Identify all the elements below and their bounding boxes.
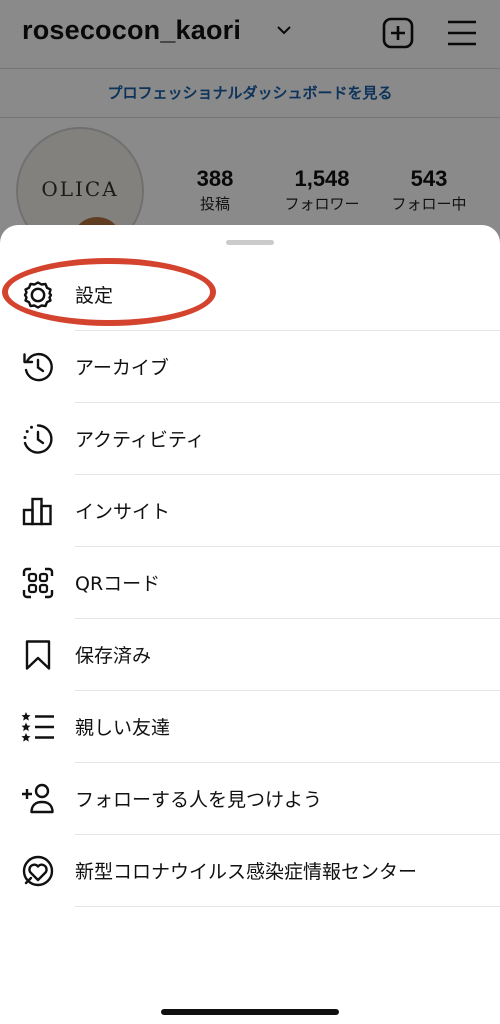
- menu-item-label: アクティビティ: [75, 429, 205, 451]
- sheet-grab-handle[interactable]: [226, 240, 274, 245]
- discover-people-icon: [22, 783, 54, 814]
- menu-item-label: QRコード: [75, 573, 161, 595]
- home-indicator[interactable]: [161, 1009, 339, 1015]
- menu-item-insights[interactable]: インサイト: [0, 475, 500, 547]
- options-bottom-sheet: 設定 アーカイブ アクティビティ インサイト QRコード 保存済み 親しい友達 …: [0, 225, 500, 1024]
- menu-item-activity[interactable]: アクティビティ: [0, 403, 500, 475]
- menu-item-label: 新型コロナウイルス感染症情報センター: [75, 861, 418, 883]
- menu-item-label: インサイト: [75, 501, 171, 523]
- activity-clock-icon: [23, 424, 53, 454]
- highlight-annotation-circle: [2, 258, 216, 326]
- menu-item-covid-info-center[interactable]: 新型コロナウイルス感染症情報センター: [0, 835, 500, 907]
- menu-item-qr-code[interactable]: QRコード: [0, 547, 500, 619]
- menu-item-label: 保存済み: [75, 645, 152, 667]
- menu-item-label: アーカイブ: [75, 357, 169, 379]
- divider: [75, 906, 500, 907]
- menu-item-discover-people[interactable]: フォローする人を見つけよう: [0, 763, 500, 835]
- qr-code-icon: [22, 567, 54, 599]
- bookmark-icon: [25, 640, 51, 670]
- menu-item-archive[interactable]: アーカイブ: [0, 331, 500, 403]
- menu-item-close-friends[interactable]: 親しい友達: [0, 691, 500, 763]
- insights-bar-chart-icon: [22, 497, 52, 526]
- archive-history-icon: [23, 353, 53, 382]
- menu-item-label: フォローする人を見つけよう: [75, 789, 323, 811]
- menu-item-label: 親しい友達: [75, 717, 171, 739]
- menu-item-saved[interactable]: 保存済み: [0, 619, 500, 691]
- covid-info-center-icon: [22, 855, 54, 887]
- close-friends-list-icon: [21, 712, 54, 742]
